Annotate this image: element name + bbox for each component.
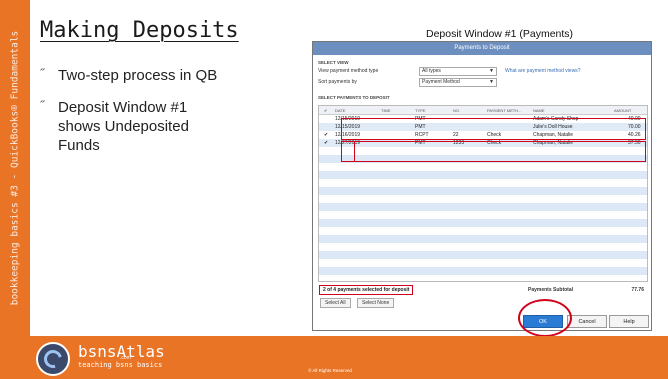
highlight-circle-ok	[518, 299, 572, 337]
empty-row	[319, 187, 647, 195]
chevron-down-icon: ▼	[489, 68, 494, 74]
sort-label: Sort payments by	[318, 79, 357, 85]
col-method: PAYMENT METH...	[487, 108, 522, 113]
select-view-heading: SELECT VIEW	[318, 60, 349, 65]
row-check[interactable]: ✔	[324, 131, 328, 139]
cancel-button[interactable]: Cancel	[567, 315, 607, 328]
col-time: TIME	[381, 108, 391, 113]
empty-row	[319, 179, 647, 187]
table-footer: 2 of 4 payments selected for deposit Pay…	[318, 284, 648, 295]
selected-count: 2 of 4 payments selected for deposit	[319, 285, 414, 295]
empty-row	[319, 275, 647, 281]
empty-row	[319, 243, 647, 251]
empty-row	[319, 235, 647, 243]
col-date: DATE	[335, 108, 346, 113]
bullet-mark: ˝	[40, 98, 45, 113]
view-method-value: All types	[422, 68, 441, 74]
row-check[interactable]: ✔	[324, 139, 328, 147]
empty-row	[319, 211, 647, 219]
col-type: TYPE	[415, 108, 426, 113]
highlight-box-checked-rows	[341, 141, 646, 162]
logo-icon	[36, 342, 70, 376]
empty-row	[319, 171, 647, 179]
highlight-box-top-rows	[341, 118, 646, 140]
sidebar-band: bookkeeping basics #3 - QuickBooks® Fund…	[0, 0, 30, 336]
bullet-item: ˝ Two-step process in QB	[40, 66, 270, 85]
view-method-label: View payment method type	[318, 68, 379, 74]
sidebar-text: bookkeeping basics #3 - QuickBooks® Fund…	[9, 30, 21, 306]
bullet-text: Deposit Window #1 shows Undeposited Fund…	[58, 99, 189, 154]
sort-select[interactable]: Payment Method ▼	[419, 78, 497, 87]
sort-value: Payment Method	[422, 79, 460, 85]
empty-row	[319, 251, 647, 259]
col-check: ✔	[324, 108, 328, 113]
col-amount: AMOUNT	[614, 108, 632, 113]
payment-method-views-link[interactable]: What are payment method views?	[505, 68, 581, 74]
view-method-select[interactable]: All types ▼	[419, 67, 497, 76]
brand-tagline: teaching bsns basics	[78, 361, 163, 369]
col-name: NAME	[533, 108, 545, 113]
payments-to-deposit-window: Payments to Deposit SELECT VIEW View pay…	[312, 41, 652, 331]
empty-row	[319, 163, 647, 171]
col-no: NO.	[453, 108, 461, 113]
help-button[interactable]: Help	[609, 315, 649, 328]
empty-row	[319, 203, 647, 211]
bullet-mark: ˝	[40, 66, 45, 81]
slide-title: Making Deposits	[40, 18, 239, 43]
subtotal-label: Payments Subtotal	[528, 287, 574, 293]
bullet-text: Two-step process in QB	[58, 67, 218, 84]
empty-row	[319, 227, 647, 235]
select-payments-heading: SELECT PAYMENTS TO DEPOSIT	[318, 95, 390, 100]
empty-row	[319, 195, 647, 203]
subtotal-amount: 77.76	[631, 287, 644, 293]
copyright: © All Rights Reserved	[308, 368, 352, 373]
highlight-box-checkmarks	[341, 141, 355, 162]
screenshot-caption: Deposit Window #1 (Payments)	[426, 28, 574, 40]
empty-row	[319, 219, 647, 227]
table-header: ✔ DATE TIME TYPE NO. PAYMENT METH... NAM…	[319, 106, 647, 115]
empty-row	[319, 259, 647, 267]
select-none-button[interactable]: Select None	[357, 298, 395, 308]
chevron-down-icon: ▼	[489, 79, 494, 85]
select-all-button[interactable]: Select All	[320, 298, 351, 308]
logo-swirl-icon	[40, 346, 66, 372]
bullet-item: ˝ Deposit Window #1 shows Undeposited Fu…	[40, 98, 230, 155]
empty-row	[319, 267, 647, 275]
window-title: Payments to Deposit	[313, 42, 651, 55]
